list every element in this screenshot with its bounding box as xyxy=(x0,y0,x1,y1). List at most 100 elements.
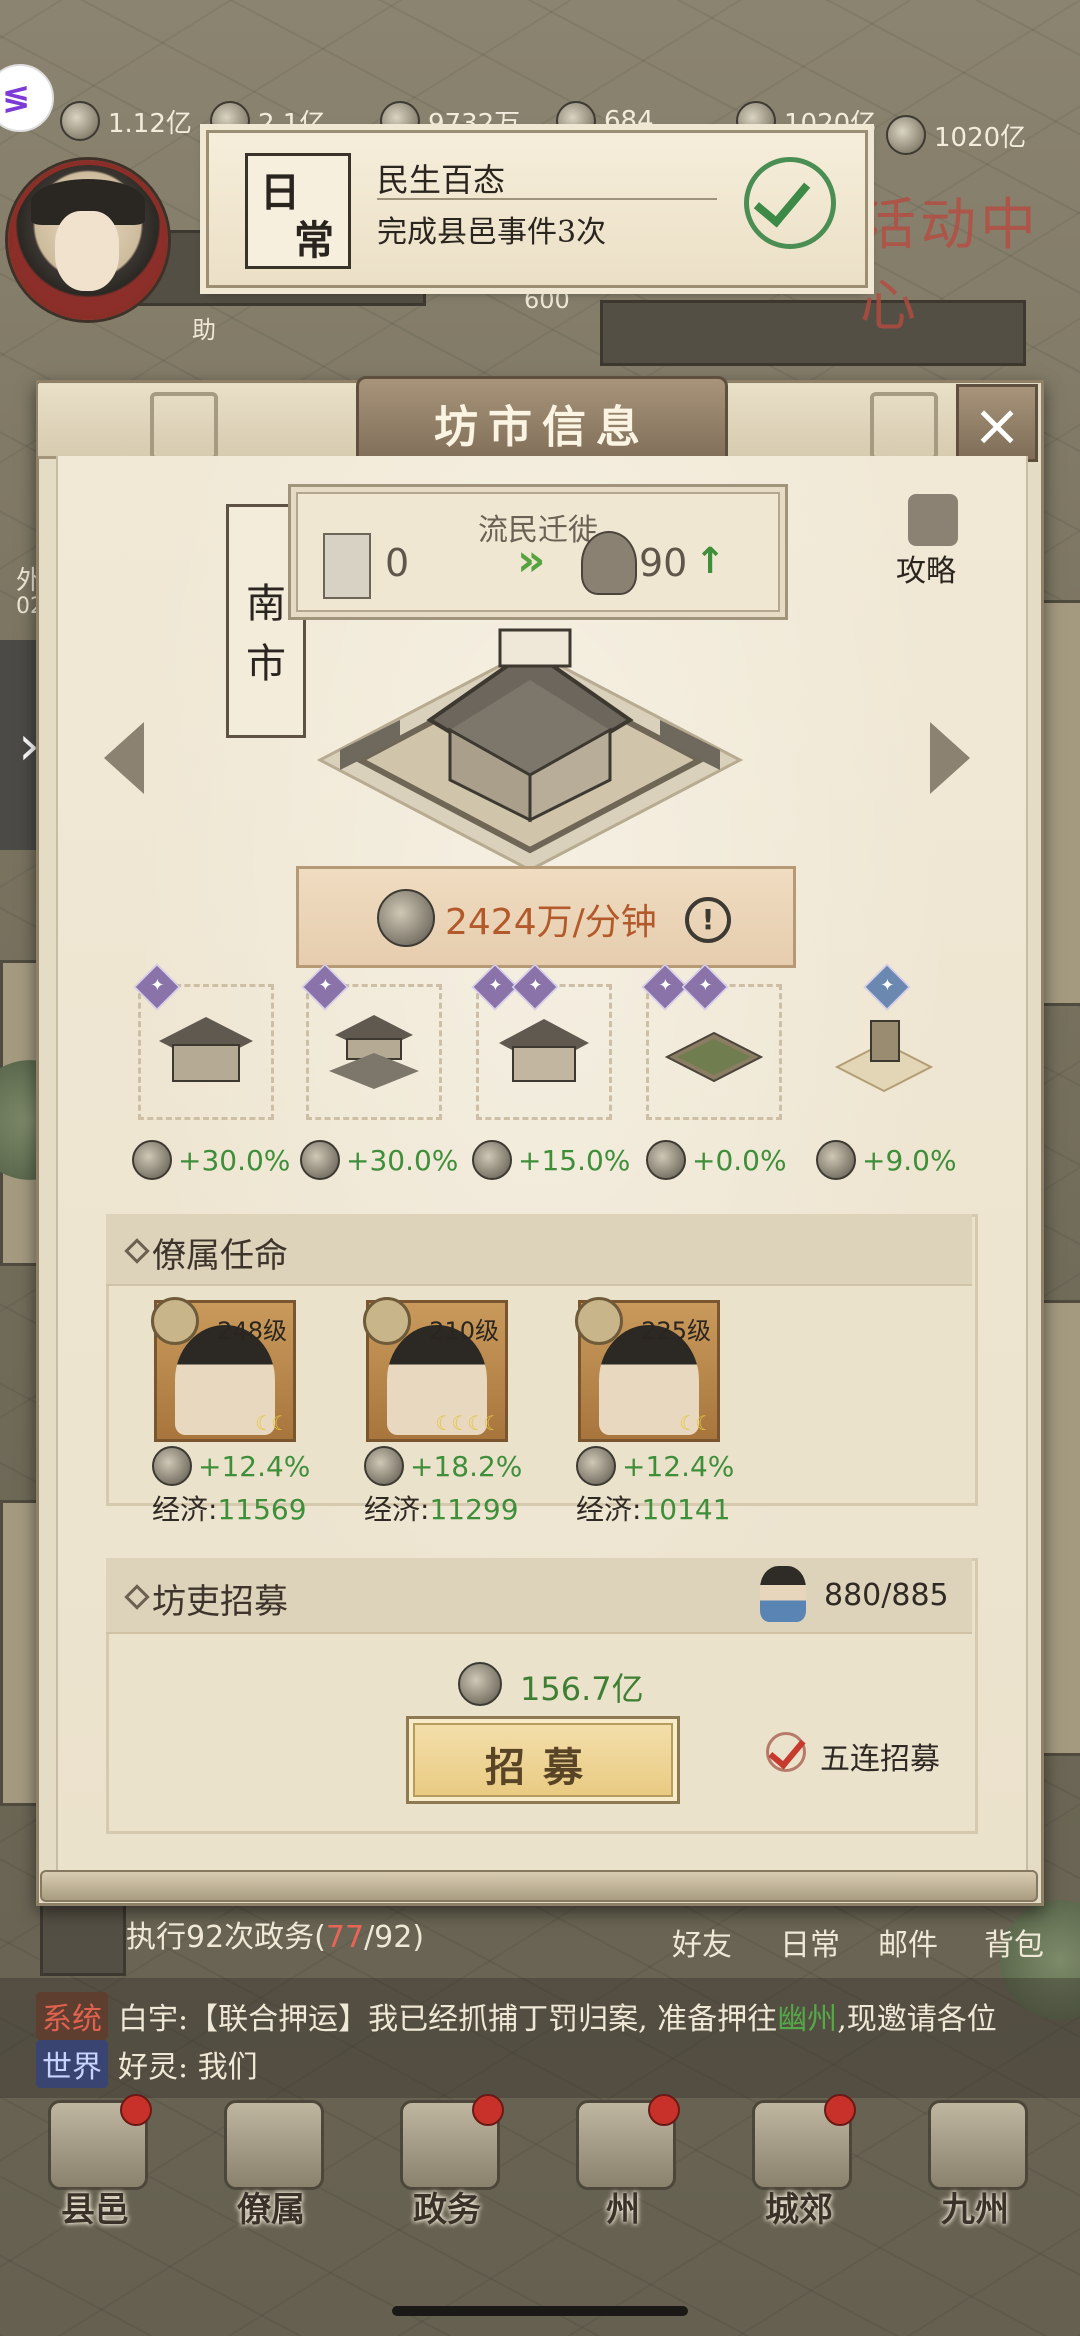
channel-tag-world: 世界 xyxy=(36,2040,108,2088)
staff-card-1[interactable]: 248级 ☾☾ xyxy=(151,1297,296,1442)
panel-title-plaque: 坊市信息 xyxy=(356,376,728,466)
moon-stars-icon: ☾☾ xyxy=(679,1411,713,1435)
government-task-progress[interactable]: 执行92次政务(77/92) xyxy=(126,1912,424,1956)
chat-line-world: 世界 好灵: 我们 xyxy=(36,2040,258,2088)
staff-bonus-2: +18.2% xyxy=(364,1446,522,1486)
nav-staff[interactable]: 僚属 xyxy=(196,2094,346,2234)
nav-affairs[interactable]: 政务 xyxy=(372,2094,522,2234)
moon-stars-icon: ☾☾ xyxy=(255,1411,289,1435)
home-indicator[interactable] xyxy=(392,2306,688,2316)
building-bonus-2: +30.0% xyxy=(300,1140,458,1180)
copper-coin-icon xyxy=(576,1446,616,1486)
building-slot-4[interactable]: ✦ ✦ xyxy=(641,963,782,1120)
chat-line-system: 系统 白宇:【联合押运】我已经抓捕丁罚归案, 准备押往幽州,现邀请各位 xyxy=(36,1992,997,2040)
panel-title: 坊市信息 xyxy=(434,402,650,453)
shop-building-icon xyxy=(159,1017,253,1082)
resource-silver[interactable]: 1.12亿 xyxy=(60,98,192,144)
staff-level: 248级 xyxy=(217,1317,287,1345)
double-arrow-right-icon: » xyxy=(517,535,546,586)
staff-card-3[interactable]: 225级 ☾☾ xyxy=(575,1297,720,1442)
building-slot-2[interactable]: ✦ xyxy=(301,963,442,1120)
recruit-cost: 156.7亿 xyxy=(520,1670,644,1708)
building-bonus-5: +9.0% xyxy=(816,1140,957,1180)
book-icon xyxy=(323,533,371,599)
bottom-navigation: 县邑 僚属 政务 州 城郊 九州 xyxy=(0,2094,1080,2234)
shortcut-friends[interactable]: 好友 xyxy=(672,1920,732,1964)
moon-stars-icon: ☾☾☾☾ xyxy=(435,1411,501,1435)
daily-task-banner[interactable]: 日 常 民生百态 完成县邑事件3次 xyxy=(206,130,868,288)
nav-county[interactable]: 县邑 xyxy=(20,2094,170,2234)
notification-dot xyxy=(824,2094,856,2126)
staff-card-2[interactable]: 210级 ☾☾☾☾ xyxy=(363,1297,508,1442)
guide-label[interactable]: 攻略 xyxy=(896,546,956,590)
ornament-left-icon xyxy=(150,392,218,460)
player-avatar[interactable] xyxy=(8,160,168,320)
nav-nine-states[interactable]: 九州 xyxy=(900,2094,1050,2234)
staff-economy-1: 经济:11569 xyxy=(152,1493,307,1526)
copper-coin-icon xyxy=(472,1140,512,1180)
building-bonus-3: +15.0% xyxy=(472,1140,630,1180)
notification-dot xyxy=(472,2094,504,2126)
daily-tag: 日 常 xyxy=(245,153,351,269)
staff-scrolls-icon xyxy=(224,2100,324,2190)
map-scroll-icon xyxy=(928,2100,1028,2190)
recruit-count: 880/885 xyxy=(824,1578,949,1613)
info-icon[interactable]: ! xyxy=(685,897,731,943)
staff-level: 210级 xyxy=(429,1317,499,1345)
logo-icon: ≶ xyxy=(2,78,31,118)
nav-suburb[interactable]: 城郊 xyxy=(724,2094,874,2234)
market-name-char-2: 市 xyxy=(246,641,286,687)
nav-state[interactable]: 州 xyxy=(548,2094,698,2234)
chat-panel[interactable]: 系统 白宇:【联合押运】我已经抓捕丁罚归案, 准备押往幽州,现邀请各位 世界 好灵:… xyxy=(0,1978,1080,2098)
staff-bonus-1: +12.4% xyxy=(152,1446,310,1486)
five-recruit-label[interactable]: 五连招募 xyxy=(820,1734,940,1778)
copper-coin-icon xyxy=(152,1446,192,1486)
copper-coin-icon xyxy=(816,1140,856,1180)
shortcut-daily[interactable]: 日常 xyxy=(780,1920,840,1964)
building-bonus-1: +30.0% xyxy=(132,1140,290,1180)
recruit-section-header: 坊吏招募 880/885 xyxy=(106,1558,972,1634)
scroll-bottom-roll xyxy=(40,1870,1038,1902)
copper-coin-icon xyxy=(458,1662,502,1706)
task-divider xyxy=(377,198,717,200)
notice-board-icon xyxy=(834,1020,934,1093)
daily-tag-char-2: 常 xyxy=(294,217,334,264)
shortcut-bag[interactable]: 背包 xyxy=(984,1920,1044,1964)
migration-info-box[interactable]: 流民迁徙 0 » 90 ↑ xyxy=(288,484,788,620)
copper-coin-icon xyxy=(886,115,926,155)
guide-scroll-icon[interactable] xyxy=(908,494,958,546)
clerk-icon xyxy=(760,1566,806,1622)
next-market-arrow-icon[interactable] xyxy=(930,722,970,794)
resource-copper[interactable]: 1020亿 xyxy=(886,112,1026,158)
farm-field-icon xyxy=(664,1031,764,1083)
activity-center-label[interactable]: 活动中心 xyxy=(860,180,1080,342)
close-icon: × xyxy=(972,391,1022,459)
staff-level: 225级 xyxy=(641,1317,711,1345)
building-bonus-4: +0.0% xyxy=(646,1140,787,1180)
channel-tag-system: 系统 xyxy=(36,1992,108,2040)
prev-market-arrow-icon[interactable] xyxy=(104,722,144,794)
copper-coin-icon xyxy=(300,1140,340,1180)
diamond-bullet-icon xyxy=(124,1584,150,1610)
recruit-button[interactable]: 招募 xyxy=(406,1716,680,1804)
five-recruit-checkbox[interactable] xyxy=(766,1730,806,1772)
arrow-up-icon: ↑ xyxy=(695,541,726,582)
staff-bonus-3: +12.4% xyxy=(576,1446,734,1486)
face-icon xyxy=(55,211,119,291)
copper-coin-icon xyxy=(646,1140,686,1180)
staff-section-header: 僚属任命 xyxy=(106,1214,972,1286)
avatar-helper-label: 助 xyxy=(192,316,216,344)
copper-coin-icon xyxy=(364,1446,404,1486)
building-slot-1[interactable]: ✦ xyxy=(133,963,274,1120)
task-complete-check-icon xyxy=(744,157,836,249)
diamond-bullet-icon xyxy=(124,1238,150,1264)
notification-dot xyxy=(648,2094,680,2126)
tower-building-icon xyxy=(329,1015,419,1089)
building-slot-5[interactable]: ✦ xyxy=(816,963,952,1120)
copper-coin-icon xyxy=(377,889,435,947)
shortcut-mail[interactable]: 邮件 xyxy=(878,1920,938,1964)
income-rate: 2424万/分钟 xyxy=(445,902,657,943)
close-button[interactable]: × xyxy=(956,384,1038,462)
building-slot-3[interactable]: ✦ ✦ xyxy=(471,963,612,1120)
migration-current: 0 xyxy=(385,541,410,585)
